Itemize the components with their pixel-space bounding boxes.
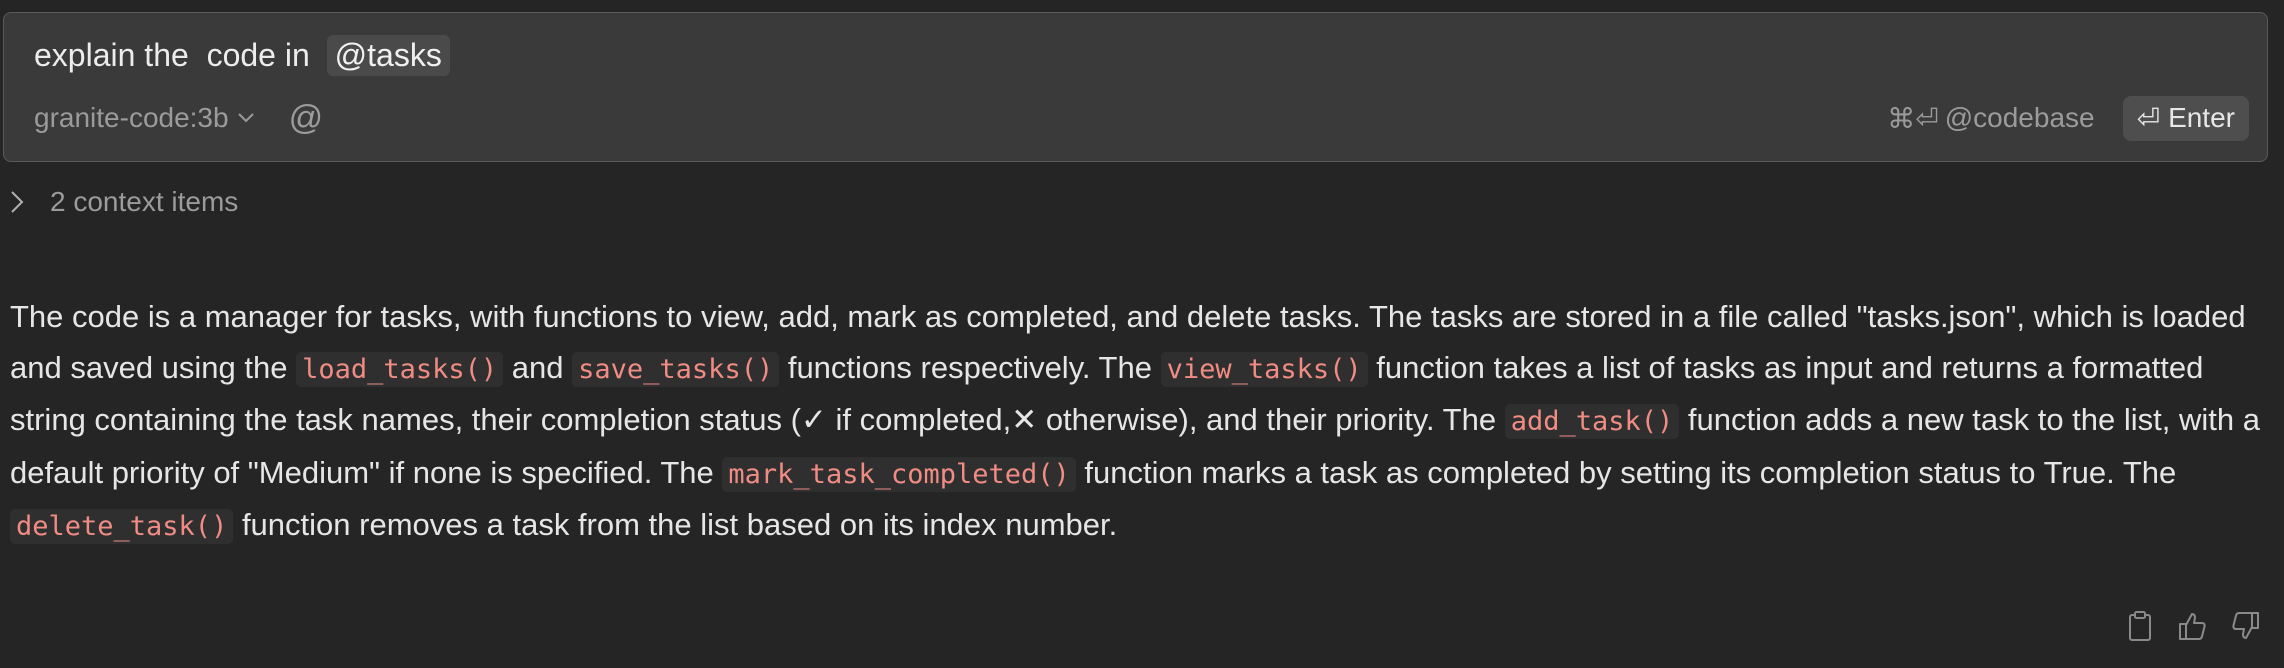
chat-input-box[interactable]: explain the code in @tasks granite-code:… [3, 12, 2268, 162]
response-text: function removes a task from the list ba… [233, 507, 1118, 542]
chevron-down-icon [237, 113, 254, 123]
chevron-right-icon [11, 191, 24, 213]
codebase-label: @codebase [1944, 102, 2095, 133]
inline-code: delete_task() [10, 509, 234, 544]
model-name: granite-code:3b [34, 102, 229, 133]
inline-code: save_tasks() [572, 351, 780, 387]
context-items-label: 2 context items [50, 186, 239, 217]
response-actions [2126, 610, 2262, 642]
thumbs-up-icon [2179, 613, 2206, 640]
model-selector[interactable]: granite-code:3b [34, 102, 255, 134]
codebase-shortcut-keys: ⌘⏎ [1887, 102, 1939, 134]
inline-code: view_tasks() [1160, 351, 1368, 387]
response-text: and [503, 349, 573, 385]
inline-code: mark_task_completed() [722, 456, 1076, 492]
clipboard-icon [2129, 611, 2151, 641]
enter-button[interactable]: ⏎ Enter [2122, 95, 2249, 141]
prompt-input[interactable]: explain the code in @tasks [34, 35, 450, 76]
copy-button[interactable] [2126, 610, 2154, 642]
enter-icon: ⏎ [2136, 102, 2161, 134]
response-text: functions respectively. The [779, 349, 1161, 385]
mention-chip-tasks[interactable]: @tasks [326, 35, 450, 76]
dislike-button[interactable] [2230, 610, 2262, 642]
input-controls: granite-code:3b @ ⌘⏎ @codebase ⏎ Enter [34, 93, 2249, 143]
inline-code: add_task() [1504, 404, 1680, 439]
add-context-button[interactable]: @ [289, 99, 324, 138]
response-text: function marks a task as completed by se… [1075, 454, 2177, 490]
chat-panel: explain the code in @tasks granite-code:… [0, 0, 2284, 668]
codebase-shortcut-hint[interactable]: ⌘⏎ @codebase [1887, 102, 2094, 135]
assistant-response: The code is a manager for tasks, with fu… [10, 292, 2260, 553]
context-items-toggle[interactable]: 2 context items [10, 186, 238, 218]
prompt-text: explain the code in [34, 37, 319, 73]
enter-label: Enter [2168, 102, 2235, 133]
thumbs-down-icon [2232, 612, 2259, 639]
like-button[interactable] [2176, 610, 2208, 642]
inline-code: load_tasks() [296, 351, 504, 387]
